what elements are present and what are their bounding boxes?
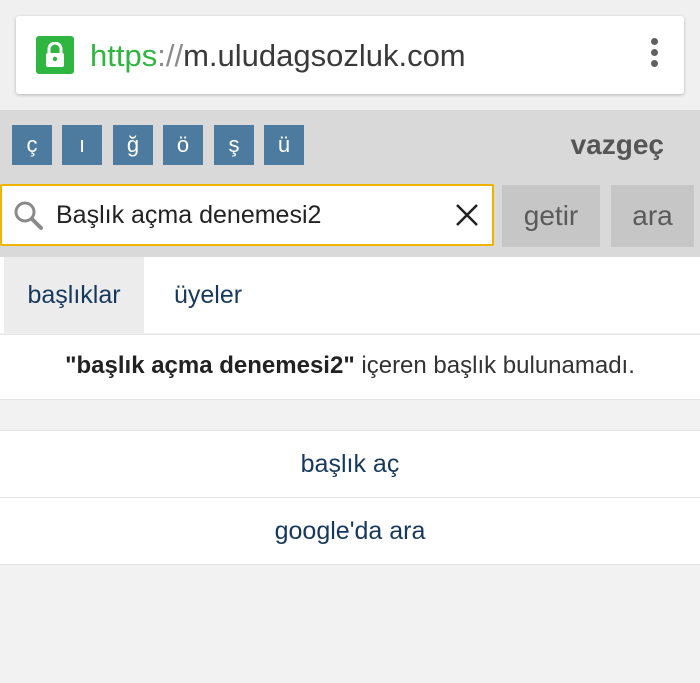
tab-members[interactable]: üyeler (150, 257, 266, 333)
search-panel: ç ı ğ ö ş ü vazgeç getir ara (0, 111, 700, 257)
no-result-message: "başlık açma denemesi2" içeren başlık bu… (0, 334, 700, 400)
char-button-o-umlaut[interactable]: ö (163, 125, 203, 165)
fetch-button[interactable]: getir (502, 185, 600, 247)
search-button[interactable]: ara (611, 185, 694, 247)
char-button-c-cedilla[interactable]: ç (12, 125, 52, 165)
char-button-s-cedilla[interactable]: ş (214, 125, 254, 165)
quote-close: " (343, 352, 355, 379)
char-button-g-breve[interactable]: ğ (113, 125, 153, 165)
kebab-menu-icon[interactable] (648, 38, 660, 74)
open-title-link[interactable]: başlık aç (0, 430, 700, 497)
message-suffix: içeren başlık bulunamadı. (354, 352, 635, 379)
search-icon (14, 201, 43, 230)
lock-icon[interactable] (36, 36, 74, 74)
close-icon[interactable] (454, 202, 480, 228)
cancel-button[interactable]: vazgeç (571, 129, 664, 161)
result-tabs: başlıklar üyeler (0, 257, 700, 333)
action-list: başlık aç google'da ara (0, 430, 700, 565)
address-bar[interactable]: https://m.uludagsozluk.com (16, 16, 684, 94)
url-host: m.uludagsozluk.com (183, 38, 466, 73)
quote-open: " (65, 352, 77, 379)
char-button-dotless-i[interactable]: ı (62, 125, 102, 165)
google-search-link[interactable]: google'da ara (0, 497, 700, 565)
url-separator: :// (157, 38, 184, 73)
char-button-u-umlaut[interactable]: ü (264, 125, 304, 165)
search-box[interactable] (0, 184, 494, 246)
query-echo: başlık açma denemesi2 (76, 352, 344, 379)
browser-chrome: https://m.uludagsozluk.com (0, 0, 700, 111)
url-scheme: https (90, 38, 158, 73)
url-text[interactable]: https://m.uludagsozluk.com (90, 36, 466, 76)
tab-titles[interactable]: başlıklar (4, 257, 144, 333)
search-input[interactable] (56, 192, 436, 238)
